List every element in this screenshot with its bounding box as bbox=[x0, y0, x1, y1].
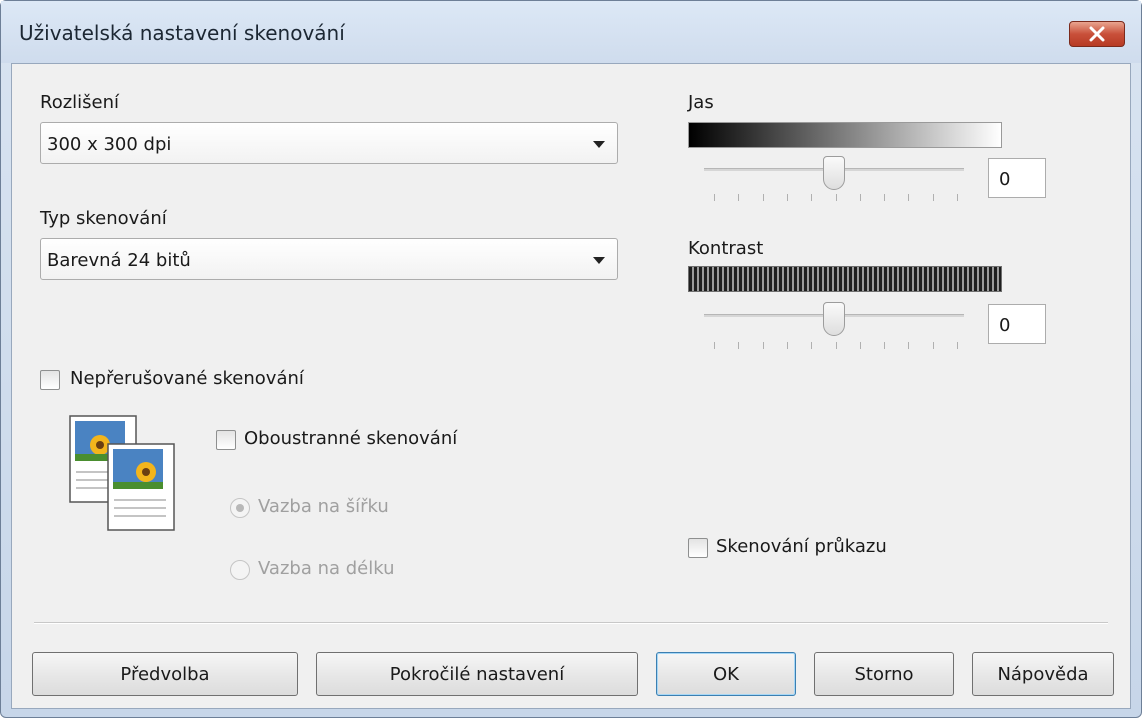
slider-tick bbox=[787, 342, 788, 349]
slider-tick bbox=[763, 342, 764, 349]
brightness-gradient-bar bbox=[688, 122, 1002, 148]
short-edge-binding-label[interactable]: Vazba na délku bbox=[258, 558, 395, 579]
slider-tick bbox=[738, 342, 739, 349]
continuous-scan-checkbox[interactable] bbox=[40, 370, 60, 390]
close-button[interactable] bbox=[1069, 21, 1125, 47]
brightness-label: Jas bbox=[688, 92, 714, 113]
slider-tick bbox=[860, 194, 861, 201]
duplex-document-icon bbox=[69, 415, 175, 531]
advanced-settings-button[interactable]: Pokročilé nastavení bbox=[316, 652, 638, 696]
slider-tick bbox=[908, 194, 909, 201]
resolution-label: Rozlišení bbox=[40, 92, 120, 113]
slider-tick bbox=[811, 194, 812, 201]
slider-tick bbox=[714, 342, 715, 349]
slider-tick bbox=[933, 342, 934, 349]
slider-tick bbox=[714, 194, 715, 201]
resolution-combobox[interactable]: 300 x 300 dpi bbox=[40, 122, 618, 164]
slider-tick bbox=[836, 342, 837, 349]
dialog-client-area: Rozlišení 300 x 300 dpi Typ skenování Ba… bbox=[11, 63, 1131, 709]
scan-type-value: Barevná 24 bitů bbox=[47, 250, 191, 271]
brightness-slider-thumb[interactable] bbox=[823, 156, 845, 190]
slider-tick bbox=[860, 342, 861, 349]
brightness-slider-ticks bbox=[714, 194, 958, 202]
slider-tick bbox=[957, 342, 958, 349]
chevron-down-icon bbox=[593, 141, 605, 148]
contrast-label: Kontrast bbox=[688, 238, 764, 259]
slider-tick bbox=[787, 194, 788, 201]
long-edge-binding-label[interactable]: Vazba na šířku bbox=[258, 496, 389, 517]
resolution-value: 300 x 300 dpi bbox=[47, 134, 172, 155]
title-bar[interactable]: Uživatelská nastavení skenování bbox=[1, 1, 1141, 63]
scan-type-combobox[interactable]: Barevná 24 bitů bbox=[40, 238, 618, 280]
chevron-down-icon bbox=[593, 257, 605, 264]
slider-tick bbox=[957, 194, 958, 201]
slider-tick bbox=[811, 342, 812, 349]
id-card-scan-label[interactable]: Skenování průkazu bbox=[716, 536, 887, 557]
duplex-scan-label[interactable]: Oboustranné skenování bbox=[244, 428, 457, 449]
slider-tick bbox=[884, 194, 885, 201]
ok-button[interactable]: OK bbox=[656, 652, 796, 696]
slider-tick bbox=[884, 342, 885, 349]
continuous-scan-label[interactable]: Nepřerušované skenování bbox=[70, 368, 304, 389]
slider-tick bbox=[763, 194, 764, 201]
brightness-value-field[interactable]: 0 bbox=[988, 158, 1046, 198]
contrast-pattern-bar bbox=[688, 266, 1002, 292]
help-button[interactable]: Nápověda bbox=[972, 652, 1114, 696]
contrast-slider-thumb[interactable] bbox=[823, 302, 845, 336]
long-edge-binding-radio[interactable] bbox=[230, 498, 250, 518]
contrast-value-field[interactable]: 0 bbox=[988, 304, 1046, 344]
slider-tick bbox=[738, 194, 739, 201]
window-title: Uživatelská nastavení skenování bbox=[19, 21, 345, 45]
duplex-scan-checkbox[interactable] bbox=[216, 430, 236, 450]
slider-tick bbox=[836, 194, 837, 201]
preset-button[interactable]: Předvolba bbox=[32, 652, 298, 696]
separator bbox=[34, 622, 1108, 624]
short-edge-binding-radio[interactable] bbox=[230, 560, 250, 580]
cancel-button[interactable]: Storno bbox=[814, 652, 954, 696]
dialog-window: Uživatelská nastavení skenování Rozlišen… bbox=[0, 0, 1142, 718]
id-card-scan-checkbox[interactable] bbox=[688, 538, 708, 558]
scan-type-label: Typ skenování bbox=[40, 208, 167, 229]
close-icon bbox=[1089, 26, 1105, 42]
slider-tick bbox=[908, 342, 909, 349]
contrast-slider-ticks bbox=[714, 342, 958, 350]
slider-tick bbox=[933, 194, 934, 201]
